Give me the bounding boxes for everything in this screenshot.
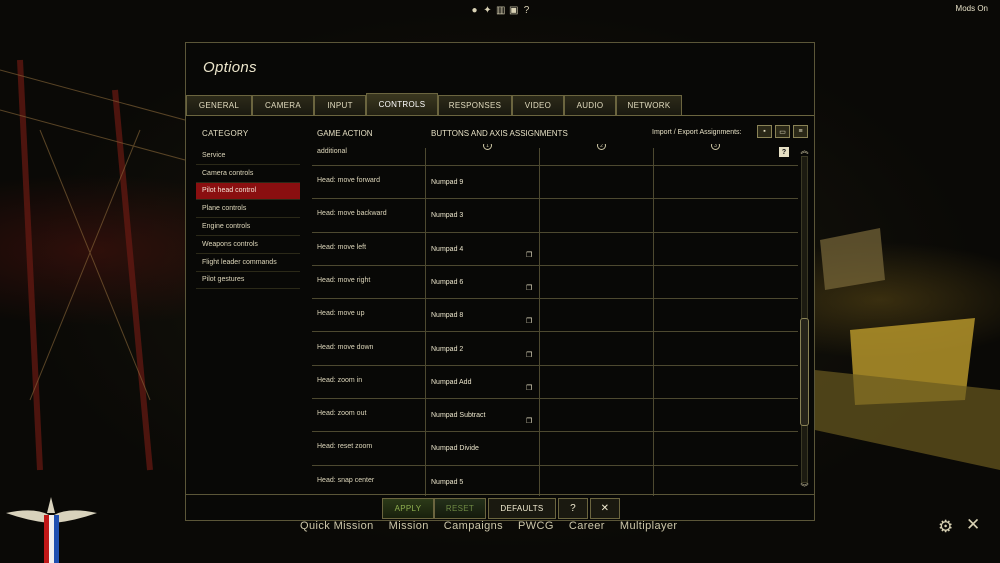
key-assignment[interactable]: Numpad 5 <box>431 479 463 486</box>
assignments-header: BUTTONS AND AXIS ASSIGNMENTS <box>431 129 568 138</box>
panel-title: Options <box>203 59 257 76</box>
tab-input[interactable]: INPUT <box>314 95 366 115</box>
category-header: CATEGORY <box>202 129 249 138</box>
film-icon[interactable]: ▣ <box>509 5 518 16</box>
help-button[interactable]: ? <box>558 498 588 519</box>
table-row-partial: additional ? <box>312 144 798 166</box>
copy-icon[interactable]: ❐ <box>526 318 534 326</box>
table-row[interactable]: Head: move up Numpad 8 ❐ <box>312 299 798 333</box>
nav-pwcg[interactable]: PWCG <box>518 520 554 532</box>
category-plane-controls[interactable]: Plane controls <box>196 200 300 219</box>
close-button[interactable]: ✕ <box>590 498 620 519</box>
copy-icon[interactable]: ❐ <box>526 352 534 360</box>
nav-mission[interactable]: Mission <box>389 520 429 532</box>
tab-video[interactable]: VIDEO <box>512 95 564 115</box>
import-export-label: Import / Export Assignments: <box>652 129 742 136</box>
action-label: Head: snap center <box>317 476 375 484</box>
defaults-button[interactable]: DEFAULTS <box>488 498 556 519</box>
keyboard-icon[interactable]: ≡ <box>793 125 808 138</box>
person-icon[interactable]: ● <box>470 5 479 16</box>
tab-general[interactable]: GENERAL <box>186 95 252 115</box>
tab-network[interactable]: NETWORK <box>616 95 682 115</box>
assignment-grid: 1 2 3 additional ? Head: move forward Num… <box>312 144 798 496</box>
nav-multiplayer[interactable]: Multiplayer <box>620 520 678 532</box>
tab-camera[interactable]: CAMERA <box>252 95 314 115</box>
options-panel: Options GENERAL CAMERA INPUT CONTROLS RE… <box>185 42 815 521</box>
copy-icon[interactable]: ❐ <box>526 385 534 393</box>
table-row[interactable]: Head: move backward Numpad 3 <box>312 199 798 233</box>
key-assignment[interactable]: Numpad Subtract <box>431 412 485 419</box>
help-icon[interactable]: ? <box>522 5 531 16</box>
category-pilot-head-control[interactable]: Pilot head control <box>196 182 300 201</box>
action-label: Head: reset zoom <box>317 443 373 451</box>
category-service[interactable]: Service <box>196 147 300 165</box>
key-assignment[interactable]: Numpad Divide <box>431 445 479 452</box>
action-label: Head: zoom in <box>317 376 363 384</box>
winged-emblem-logo <box>6 497 97 563</box>
action-label: Head: move forward <box>317 177 381 184</box>
key-assignment[interactable]: Numpad 9 <box>431 179 463 186</box>
key-assignment[interactable]: Numpad 8 <box>431 312 463 319</box>
reset-button[interactable]: RESET <box>434 498 486 519</box>
action-label: Head: move right <box>317 276 371 284</box>
category-pilot-gestures[interactable]: Pilot gestures <box>196 272 300 290</box>
key-assignment[interactable]: Numpad 3 <box>431 212 463 219</box>
table-row[interactable]: Head: move forward Numpad 9 <box>312 166 798 200</box>
key-assignment[interactable]: Numpad 2 <box>431 346 463 353</box>
key-assignment[interactable]: Numpad 4 <box>431 246 463 253</box>
action-label: Head: move up <box>317 310 365 318</box>
key-assignment[interactable]: Numpad Add <box>431 379 471 386</box>
table-row[interactable]: Head: move left Numpad 4 ❐ <box>312 233 798 266</box>
category-list: Service Camera controls Pilot head contr… <box>196 147 300 290</box>
medal-icon[interactable]: ✦ <box>483 5 492 16</box>
tab-divider <box>186 115 814 116</box>
bottom-action-bar: APPLY RESET DEFAULTS ? ✕ <box>186 494 814 520</box>
game-action-header: GAME ACTION <box>317 129 373 138</box>
exit-icon[interactable]: ✕ <box>966 515 980 535</box>
folder-icon[interactable]: ▭ <box>775 125 790 138</box>
table-row[interactable]: Head: zoom out Numpad Subtract ❐ <box>312 399 798 433</box>
action-label: Head: move down <box>317 343 374 351</box>
help-icon[interactable]: ? <box>779 147 789 157</box>
action-label: Head: move left <box>317 243 367 251</box>
scroll-up-icon[interactable]: ︽ <box>799 146 810 156</box>
category-camera-controls[interactable]: Camera controls <box>196 165 300 183</box>
table-row[interactable]: Head: move down Numpad 2 ❐ <box>312 333 798 366</box>
nav-career[interactable]: Career <box>569 520 605 532</box>
scrollbar[interactable]: ︽ ︾ <box>799 146 810 493</box>
table-row[interactable]: Head: reset zoom Numpad Divide <box>312 432 798 466</box>
category-flight-leader-commands[interactable]: Flight leader commands <box>196 254 300 272</box>
apply-button[interactable]: APPLY <box>382 498 434 519</box>
book-icon[interactable]: ▥ <box>496 5 505 16</box>
tab-controls[interactable]: CONTROLS <box>366 93 438 115</box>
settings-gear-icon[interactable]: ⚙ <box>938 517 953 537</box>
action-label: Head: zoom out <box>317 410 367 418</box>
category-engine-controls[interactable]: Engine controls <box>196 218 300 236</box>
copy-icon[interactable]: ❐ <box>526 285 534 293</box>
mods-status: Mods On <box>955 4 988 13</box>
top-icon-bar: ● ✦ ▥ ▣ ? <box>470 5 531 16</box>
table-row[interactable]: Head: snap center Numpad 5 <box>312 466 798 496</box>
action-label: additional <box>317 148 347 155</box>
tab-audio[interactable]: AUDIO <box>564 95 616 115</box>
scroll-down-icon[interactable]: ︾ <box>799 483 810 493</box>
nav-quick-mission[interactable]: Quick Mission <box>300 520 374 532</box>
tab-responses[interactable]: RESPONSES <box>438 95 512 115</box>
nav-campaigns[interactable]: Campaigns <box>444 520 503 532</box>
category-weapons-controls[interactable]: Weapons controls <box>196 236 300 254</box>
scroll-thumb[interactable] <box>800 318 809 426</box>
table-row[interactable]: Head: move right Numpad 6 ❐ <box>312 266 798 300</box>
copy-icon[interactable]: ❐ <box>526 418 534 426</box>
main-navigation: Quick Mission Mission Campaigns PWCG Car… <box>300 520 677 532</box>
save-icon[interactable]: ▪ <box>757 125 772 138</box>
copy-icon[interactable]: ❐ <box>526 252 534 260</box>
action-label: Head: move backward <box>317 210 387 218</box>
table-row[interactable]: Head: zoom in Numpad Add ❐ <box>312 366 798 400</box>
tab-bar: GENERAL CAMERA INPUT CONTROLS RESPONSES … <box>186 93 682 115</box>
key-assignment[interactable]: Numpad 6 <box>431 279 463 286</box>
